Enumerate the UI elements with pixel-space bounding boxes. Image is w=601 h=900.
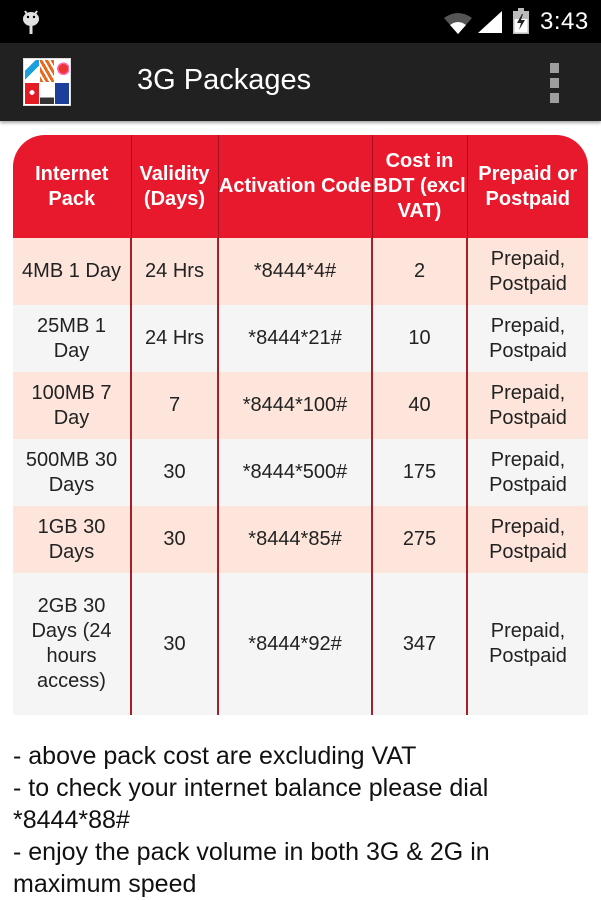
banglalink-logo-icon — [40, 60, 54, 82]
cell-code: *8444*21# — [217, 305, 372, 372]
cell-type: Prepaid, Postpaid — [466, 439, 588, 506]
header-plan-type: Prepaid or Postpaid — [466, 135, 588, 238]
cell-pack: 25MB 1 Day — [13, 305, 131, 372]
cell-signal-icon — [478, 11, 502, 33]
notes-section: - above pack cost are excluding VAT - to… — [13, 740, 593, 900]
cell-cost: 40 — [371, 372, 467, 439]
overflow-menu-icon[interactable] — [546, 63, 562, 103]
note-vat: - above pack cost are excluding VAT — [13, 742, 417, 770]
status-clock: 3:43 — [540, 8, 589, 35]
table-row: 100MB 7 Day 7 *8444*100# 40 Prepaid, Pos… — [13, 372, 588, 439]
table-row: 500MB 30 Days 30 *8444*500# 175 Prepaid,… — [13, 439, 588, 506]
header-cost: Cost in BDT (excl VAT) — [371, 135, 467, 238]
cell-cost: 347 — [371, 573, 467, 715]
cell-validity: 30 — [130, 506, 218, 573]
cell-cost: 2 — [371, 238, 467, 305]
header-activation-code: Activation Code — [217, 135, 372, 238]
action-bar: 3G Packages — [0, 43, 601, 121]
status-bar: 3:43 — [0, 0, 601, 43]
cell-validity: 30 — [130, 573, 218, 715]
overflow-dot — [549, 63, 559, 73]
cell-code: *8444*85# — [217, 506, 372, 573]
header-internet-pack: Internet Pack — [13, 135, 131, 238]
cell-type: Prepaid, Postpaid — [466, 372, 588, 439]
cell-pack: 2GB 30 Days (24 hours access) — [13, 573, 131, 715]
cell-cost: 175 — [371, 439, 467, 506]
table-row: 1GB 30 Days 30 *8444*85# 275 Prepaid, Po… — [13, 506, 588, 573]
cell-pack: 1GB 30 Days — [13, 506, 131, 573]
table-header-row: Internet Pack Validity (Days) Activation… — [13, 135, 588, 238]
cell-pack: 100MB 7 Day — [13, 372, 131, 439]
cell-cost: 10 — [371, 305, 467, 372]
header-validity: Validity (Days) — [130, 135, 218, 238]
table-row: 2GB 30 Days (24 hours access) 30 *8444*9… — [13, 573, 588, 715]
cell-code: *8444*100# — [217, 372, 372, 439]
wifi-icon — [444, 13, 472, 34]
cell-validity: 24 Hrs — [130, 305, 218, 372]
packages-table: Internet Pack Validity (Days) Activation… — [13, 135, 588, 715]
table-row: 4MB 1 Day 24 Hrs *8444*4# 2 Prepaid, Pos… — [13, 238, 588, 305]
table-row: 25MB 1 Day 24 Hrs *8444*21# 10 Prepaid, … — [13, 305, 588, 372]
cell-validity: 24 Hrs — [130, 238, 218, 305]
note-balance-check: - to check your internet balance please … — [13, 774, 489, 834]
cell-pack: 500MB 30 Days — [13, 439, 131, 506]
app-logo-icon[interactable] — [23, 58, 71, 106]
overflow-dot — [549, 78, 559, 88]
cell-type: Prepaid, Postpaid — [466, 305, 588, 372]
airtel-logo-icon — [25, 82, 39, 104]
cell-validity: 30 — [130, 439, 218, 506]
robi-logo-icon — [55, 60, 69, 82]
android-debug-icon — [23, 10, 39, 34]
citycell-logo-icon — [55, 82, 69, 104]
cell-type: Prepaid, Postpaid — [466, 506, 588, 573]
cell-type: Prepaid, Postpaid — [466, 238, 588, 305]
battery-charging-icon — [513, 8, 529, 34]
cell-code: *8444*4# — [217, 238, 372, 305]
overflow-dot — [549, 93, 559, 103]
cell-code: *8444*500# — [217, 439, 372, 506]
note-network: - enjoy the pack volume in both 3G & 2G … — [13, 838, 490, 898]
cell-validity: 7 — [130, 372, 218, 439]
page-title: 3G Packages — [137, 64, 312, 96]
cell-pack: 4MB 1 Day — [13, 238, 131, 305]
grameenphone-logo-icon — [25, 60, 39, 82]
cell-code: *8444*92# — [217, 573, 372, 715]
teletalk-logo-icon — [40, 82, 54, 104]
cell-cost: 275 — [371, 506, 467, 573]
cell-type: Prepaid, Postpaid — [466, 573, 588, 715]
